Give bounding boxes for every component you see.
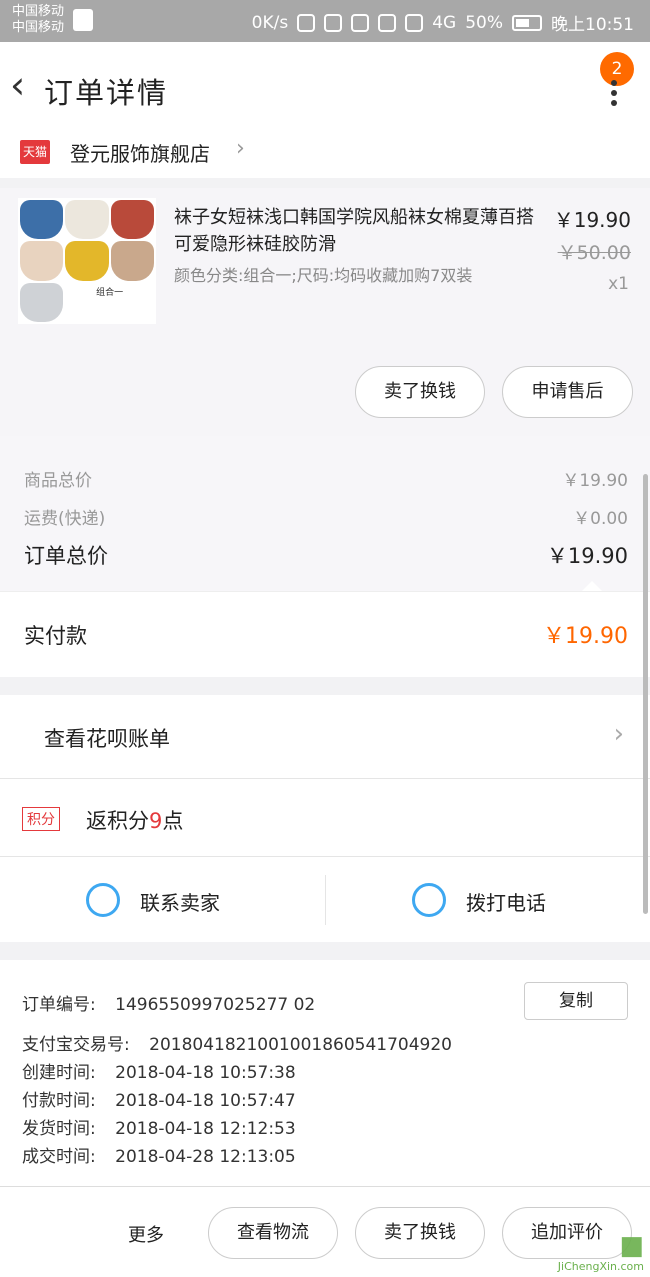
paid-time-label: 付款时间:	[22, 1091, 96, 1111]
aftersale-button[interactable]: 申请售后	[502, 366, 633, 418]
chat-icon	[86, 883, 120, 917]
shipping-label: 运费(快递)	[24, 509, 106, 529]
alarm-icon	[351, 13, 370, 32]
order-total-row: 订单总价 ￥19.90	[24, 540, 628, 570]
call-label: 拨打电话	[466, 891, 546, 915]
sell-button[interactable]: 卖了换钱	[355, 366, 485, 418]
actual-paid-row: 实付款 ￥19.90	[0, 591, 650, 677]
closed-time-row: 成交时间: 2018-04-28 12:13:05	[22, 1142, 296, 1167]
chevron-right-icon: ›	[236, 136, 245, 161]
huabei-bill-row[interactable]: 查看花呗账单 ›	[0, 695, 650, 778]
shipped-time-label: 发货时间:	[22, 1119, 96, 1139]
tmall-logo-icon: 天猫	[20, 140, 50, 164]
product-card: 组合一 袜子女短袜浅口韩国学院风船袜女棉夏薄百搭可爱隐形袜硅胶防滑 颜色分类:组…	[0, 188, 650, 436]
eye-icon	[405, 13, 424, 32]
order-total-label: 订单总价	[24, 544, 108, 568]
watermark-text: JiChengXin.com	[557, 1260, 644, 1273]
sock-swatch	[65, 241, 109, 281]
shipped-time-row: 发货时间: 2018-04-18 12:12:53	[22, 1114, 296, 1139]
sock-swatch	[110, 241, 154, 281]
created-time-value: 2018-04-18 10:57:38	[115, 1063, 296, 1083]
points-text: 返积分9点	[86, 805, 183, 835]
back-icon[interactable]: ‹	[10, 66, 36, 106]
shipped-time-value: 2018-04-18 12:12:53	[115, 1119, 296, 1139]
sock-swatch	[110, 200, 154, 240]
contact-row: 联系卖家 拨打电话	[0, 856, 650, 942]
carrier-1: 中国移动	[12, 4, 65, 19]
network-type: 4G	[432, 12, 457, 33]
view-logistics-button[interactable]: 查看物流	[208, 1207, 338, 1259]
carrier-2: 中国移动	[12, 20, 65, 35]
points-suffix: 点	[162, 809, 184, 833]
battery-percent: 50%	[465, 12, 503, 33]
order-number-row: 订单编号: 1496550997025277 02	[22, 990, 315, 1015]
sock-swatch	[65, 200, 109, 240]
closed-time-value: 2018-04-28 12:13:05	[115, 1147, 296, 1167]
copy-button[interactable]: 复制	[524, 982, 628, 1020]
original-price: ￥50.00	[557, 242, 631, 264]
notification-icon	[73, 9, 93, 31]
alipay-value: 2018041821001001860541704920	[149, 1035, 452, 1055]
sell-again-button[interactable]: 卖了换钱	[355, 1207, 485, 1259]
actual-paid-value: ￥19.90	[543, 624, 628, 649]
contact-seller-button[interactable]: 联系卖家	[0, 857, 325, 943]
product-thumbnail[interactable]: 组合一	[18, 198, 156, 324]
caret-up-icon	[582, 581, 602, 591]
order-info: 订单编号: 1496550997025277 02 复制 支付宝交易号: 201…	[0, 960, 650, 1186]
sock-swatch	[20, 200, 64, 240]
product-spec: 颜色分类:组合一;尺码:均码收藏加购7双装	[174, 266, 473, 285]
scrollbar[interactable]	[643, 474, 648, 914]
store-row[interactable]: 天猫 登元服饰旗舰店 ›	[0, 130, 650, 178]
store-name: 登元服饰旗舰店	[70, 142, 210, 166]
page-title: 订单详情	[44, 76, 169, 110]
thumbnail-label: 组合一	[65, 282, 154, 322]
goods-total-label: 商品总价	[24, 471, 92, 491]
app-header: ‹ 订单详情 2	[0, 42, 650, 130]
vibrate-icon	[324, 13, 343, 32]
shipping-value: ￥0.00	[573, 509, 628, 529]
status-bar: 中国移动 中国移动 0K/s 4G 50% 晚上10:51	[0, 0, 650, 42]
chevron-right-icon: ›	[613, 719, 624, 749]
product-title[interactable]: 袜子女短袜浅口韩国学院风船袜女棉夏薄百搭可爱隐形袜硅胶防滑	[174, 204, 546, 258]
battery-icon	[512, 14, 542, 31]
status-right: 0K/s 4G 50% 晚上10:51	[251, 10, 634, 36]
price-summary: 商品总价 ￥19.90 运费(快递) ￥0.00 订单总价 ￥19.90	[0, 436, 650, 591]
sock-swatch	[20, 282, 64, 322]
points-tag: 积分	[22, 807, 60, 831]
points-count: 9	[149, 809, 163, 833]
clock: 晚上10:51	[551, 15, 634, 35]
goods-total-row: 商品总价 ￥19.90	[24, 466, 628, 491]
created-time-row: 创建时间: 2018-04-18 10:57:38	[22, 1058, 296, 1083]
product-price: ￥19.90	[553, 208, 631, 232]
points-prefix: 返积分	[86, 809, 149, 833]
carrier-label: 中国移动 中国移动	[12, 4, 64, 36]
headphone-icon	[297, 13, 316, 32]
order-number-label: 订单编号:	[22, 995, 96, 1015]
hd-icon	[378, 13, 397, 32]
order-total-value: ￥19.90	[546, 544, 628, 568]
alipay-row: 支付宝交易号: 2018041821001001860541704920	[22, 1030, 452, 1055]
watermark-logo: ■ JiChengXin.com	[557, 1231, 644, 1273]
phone-icon	[412, 883, 446, 917]
network-speed: 0K/s	[251, 12, 289, 33]
more-menu-icon[interactable]	[610, 80, 618, 110]
more-actions-button[interactable]: 更多	[128, 1221, 164, 1247]
shipping-row: 运费(快递) ￥0.00	[24, 504, 628, 529]
huabei-bill-label: 查看花呗账单	[44, 727, 170, 751]
paid-time-value: 2018-04-18 10:57:47	[115, 1091, 296, 1111]
alipay-label: 支付宝交易号:	[22, 1035, 130, 1055]
created-time-label: 创建时间:	[22, 1063, 96, 1083]
paid-time-row: 付款时间: 2018-04-18 10:57:47	[22, 1086, 296, 1111]
sock-swatch	[20, 241, 64, 281]
goods-total-value: ￥19.90	[562, 471, 628, 491]
closed-time-label: 成交时间:	[22, 1147, 96, 1167]
actual-paid-label: 实付款	[24, 624, 87, 648]
contact-seller-label: 联系卖家	[140, 891, 220, 915]
points-row: 积分 返积分9点	[0, 778, 650, 856]
call-button[interactable]: 拨打电话	[325, 875, 650, 925]
order-number-value: 1496550997025277 02	[115, 995, 316, 1015]
bottom-action-bar: 更多 查看物流 卖了换钱 追加评价 ■ JiChengXin.com	[0, 1186, 650, 1277]
product-quantity: x1	[608, 274, 629, 294]
